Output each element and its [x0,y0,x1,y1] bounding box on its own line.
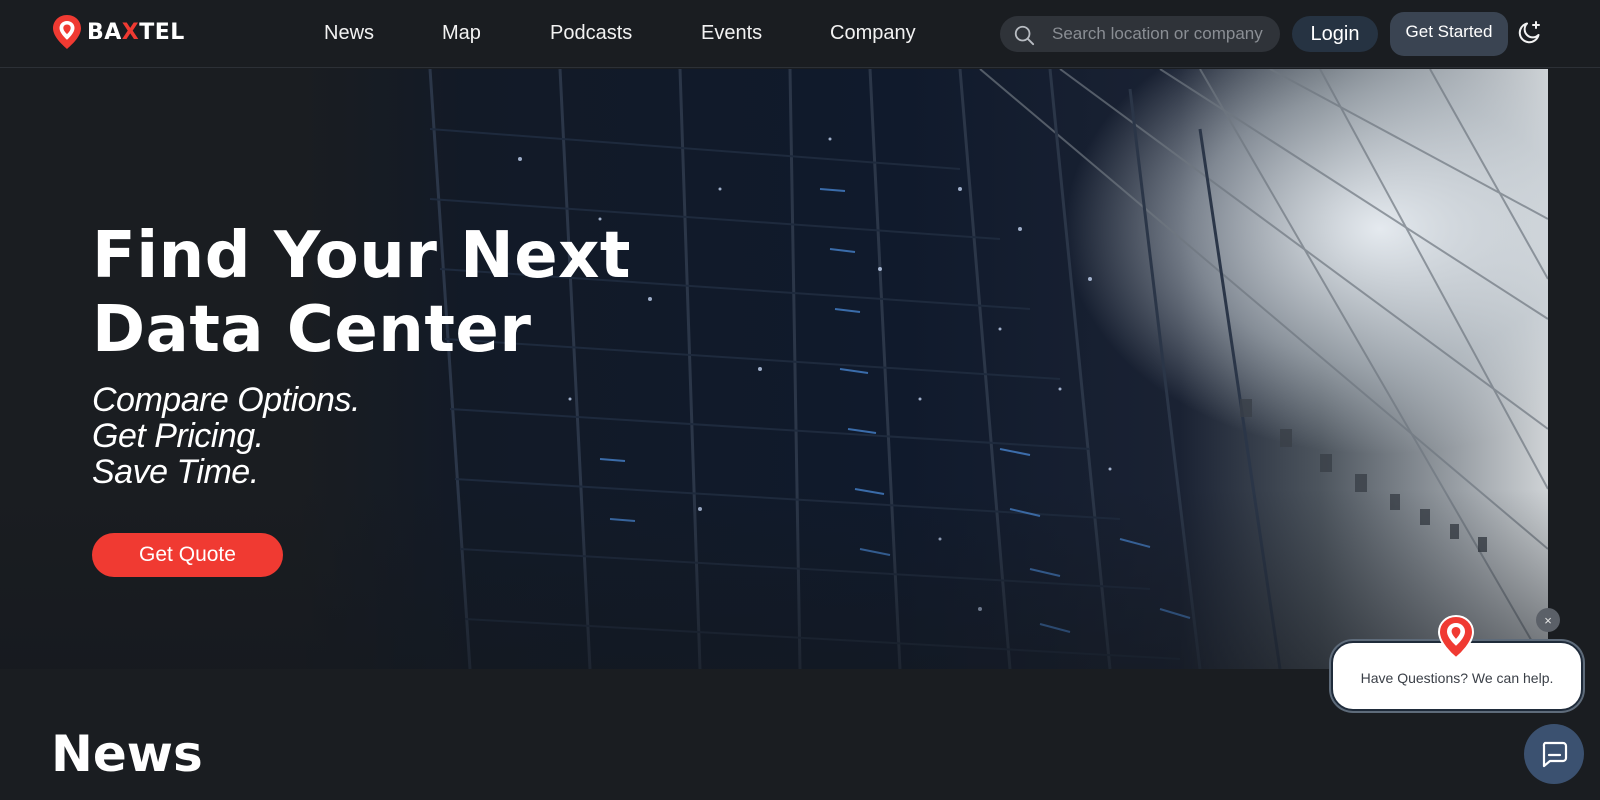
hero-subtitle-line-2: Get Pricing. [92,417,264,455]
chat-close-button[interactable]: × [1536,608,1560,632]
baxtel-logo[interactable]: BAXTEL [51,14,185,50]
hero-title-line-1: Find Your Next [92,219,631,293]
nav-link-news[interactable]: News [324,22,374,45]
nav-link-company[interactable]: Company [830,22,916,45]
hero-banner: Find Your Next Data Center Compare Optio… [0,69,1548,669]
news-section-heading: News [51,725,203,783]
hero-subtitle-line-3: Save Time. [92,453,259,491]
search-input[interactable] [1052,16,1268,52]
login-button[interactable]: Login [1292,16,1378,52]
hero-overlay [0,69,1548,669]
get-quote-button[interactable]: Get Quote [92,533,283,577]
chat-bubble-icon [1542,741,1568,768]
chat-launcher-button[interactable] [1524,724,1584,784]
search-icon[interactable] [1013,24,1035,46]
get-started-button[interactable]: Get Started [1390,12,1508,56]
map-pin-icon [53,15,81,49]
logo-wordmark: BAXTEL [87,20,185,45]
nav-link-podcasts[interactable]: Podcasts [550,22,632,45]
nav-link-map[interactable]: Map [442,22,481,45]
hero-title-line-2: Data Center [92,293,532,367]
hero-subtitle-line-1: Compare Options. [92,381,360,419]
hero-title: Find Your Next Data Center [92,219,692,367]
logo-wordmark-suffix: TEL [139,19,185,45]
chat-prompt-text: Have Questions? We can help. [1360,670,1554,686]
map-pin-icon [1437,614,1475,660]
logo-wordmark-x: X [121,19,140,45]
moon-sparkle-icon[interactable] [1516,20,1542,46]
search-bar [1000,16,1280,52]
logo-wordmark-prefix: BA [87,19,122,45]
hero-subtitle: Compare Options. Get Pricing. Save Time. [92,382,360,490]
nav-link-events[interactable]: Events [701,22,762,45]
top-navigation: BAXTEL News Map Podcasts Events Company … [0,0,1600,68]
